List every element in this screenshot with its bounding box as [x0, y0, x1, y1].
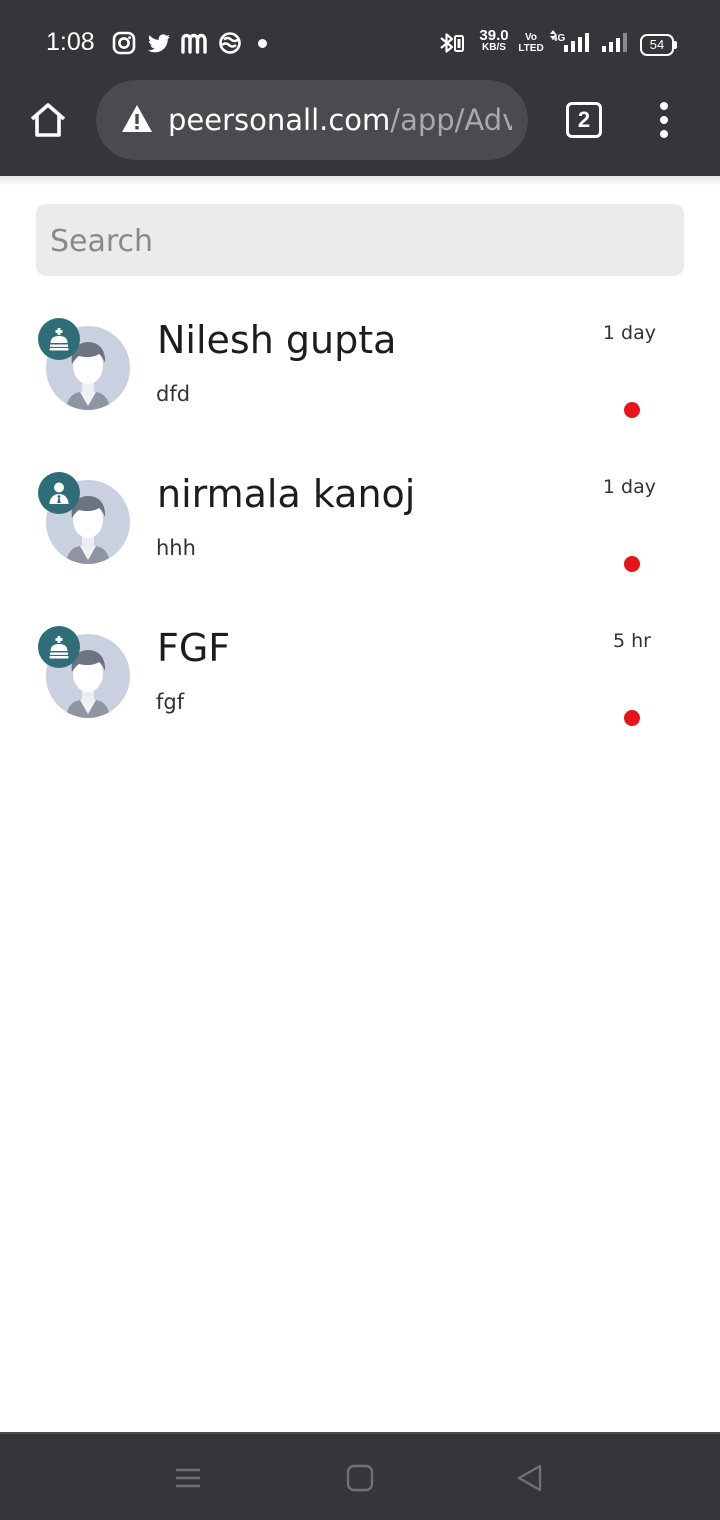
- volte-top: Vo: [524, 32, 538, 43]
- search-box: [36, 204, 684, 278]
- chat-timestamp: 5 hr: [613, 630, 651, 652]
- m-app-icon: [181, 33, 207, 54]
- url-text[interactable]: peersonall.com/app/Adv: [168, 98, 512, 142]
- address-bar[interactable]: peersonall.com/app/Adv: [96, 80, 528, 160]
- sync-blocked-icon: [219, 32, 241, 54]
- chat-list-item[interactable]: nirmala kanoj hhh 1 day: [0, 454, 720, 608]
- status-time: 1:08: [46, 28, 95, 56]
- system-nav-bar: [0, 1432, 720, 1520]
- chat-name: Nilesh gupta: [157, 318, 397, 362]
- chat-list-item[interactable]: Nilesh gupta dfd 1 day: [0, 300, 720, 454]
- avatar-wrap: [38, 318, 134, 414]
- chat-name: FGF: [157, 626, 231, 670]
- chat-list: Nilesh gupta dfd 1 day nirmala kanoj hhh…: [0, 300, 720, 762]
- recents-icon[interactable]: [172, 1462, 204, 1494]
- chat-name: nirmala kanoj: [157, 472, 416, 516]
- volte-indicator: Vo LTED: [517, 32, 545, 54]
- signal-strength-sim2-icon: [602, 33, 627, 52]
- chat-last-message: dfd: [156, 382, 191, 406]
- volte-bottom: LTED: [518, 43, 544, 54]
- status-bar: 1:08 39.0 KB/S Vo LTED 4G 54: [0, 0, 720, 88]
- search-input[interactable]: [48, 204, 676, 278]
- chat-last-message: fgf: [156, 690, 185, 714]
- network-speed: 39.0 KB/S: [474, 27, 514, 54]
- role-badge: [38, 626, 80, 668]
- battery-indicator: 54: [640, 34, 677, 56]
- unread-dot: [624, 556, 640, 572]
- bluetooth-icon: [440, 33, 464, 53]
- chat-last-message: hhh: [156, 536, 196, 560]
- network-speed-value: 39.0: [479, 27, 509, 44]
- unread-dot: [624, 402, 640, 418]
- overflow-menu-icon[interactable]: [655, 102, 673, 142]
- url-path: /app/Adv: [390, 103, 512, 137]
- chat-timestamp: 1 day: [602, 322, 656, 344]
- url-domain: peersonall.com: [168, 103, 391, 137]
- tab-switcher-button[interactable]: 2: [566, 102, 602, 138]
- signal-strength-icon: [550, 30, 589, 52]
- twitter-icon: [148, 34, 170, 53]
- unread-dot: [624, 710, 640, 726]
- role-badge: [38, 318, 80, 360]
- home-icon[interactable]: [344, 1462, 376, 1494]
- avatar-wrap: [38, 626, 134, 722]
- home-icon[interactable]: [28, 100, 68, 140]
- user-tie-icon: [49, 482, 69, 504]
- warning-icon[interactable]: [120, 102, 154, 136]
- crown-icon: [49, 328, 69, 351]
- toolbar-shadow: [0, 176, 720, 186]
- chat-timestamp: 1 day: [602, 476, 656, 498]
- chat-list-item[interactable]: FGF fgf 5 hr: [0, 608, 720, 762]
- browser-toolbar: peersonall.com/app/Adv 2: [0, 80, 720, 176]
- role-badge: [38, 472, 80, 514]
- crown-icon: [49, 636, 69, 659]
- avatar-wrap: [38, 472, 134, 568]
- instagram-icon: [112, 31, 136, 55]
- more-notifications-dot: [258, 39, 267, 48]
- back-icon[interactable]: [514, 1462, 546, 1494]
